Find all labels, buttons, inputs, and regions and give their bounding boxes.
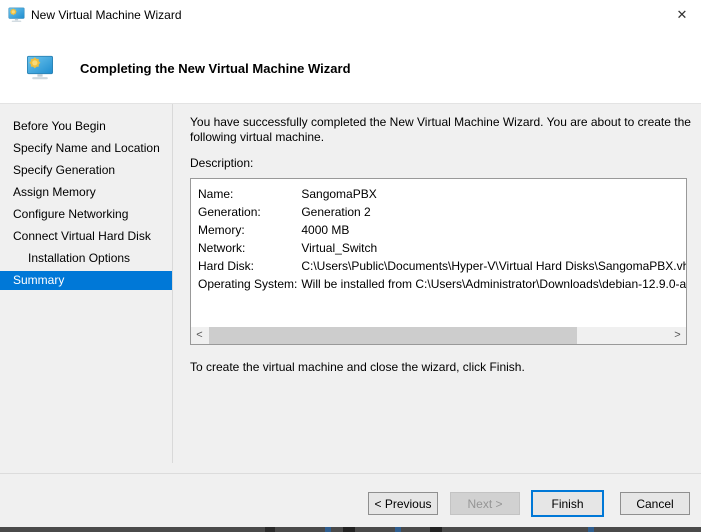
- sidebar-item-assign-memory[interactable]: Assign Memory: [0, 183, 172, 202]
- field-label: Generation:: [198, 205, 261, 219]
- summary-row-operating-system: Operating System: Will be installed from…: [198, 275, 686, 293]
- summary-row-name: Name: SangomaPBX: [198, 185, 686, 203]
- taskbar-icon-fragment: [265, 527, 275, 532]
- horizontal-scrollbar[interactable]: < >: [191, 327, 686, 344]
- taskbar-icon-fragment: [325, 527, 331, 532]
- summary-row-memory: Memory: 4000 MB: [198, 221, 686, 239]
- field-label: Operating System:: [198, 277, 298, 291]
- window-titlebar: New Virtual Machine Wizard ✕: [0, 0, 701, 30]
- taskbar-icon-fragment: [343, 527, 355, 532]
- vm-wizard-window: { "window": { "title": "New Virtual Mach…: [0, 0, 701, 532]
- sidebar-item-before-you-begin[interactable]: Before You Begin: [0, 117, 172, 136]
- scrollbar-thumb[interactable]: [209, 327, 577, 344]
- wizard-header: Completing the New Virtual Machine Wizar…: [0, 30, 701, 104]
- sidebar-item-configure-networking[interactable]: Configure Networking: [0, 205, 172, 224]
- sidebar-item-installation-options[interactable]: Installation Options: [0, 249, 172, 268]
- cancel-button[interactable]: Cancel: [620, 492, 690, 515]
- sidebar-item-specify-name-and-location[interactable]: Specify Name and Location: [0, 139, 172, 158]
- taskbar-strip: [0, 527, 701, 532]
- field-value: SangomaPBX: [301, 187, 377, 201]
- footer-divider: [0, 473, 701, 474]
- taskbar-icon-fragment: [430, 527, 442, 532]
- vm-monitor-sparkle-icon: [27, 55, 53, 80]
- field-label: Hard Disk:: [198, 259, 255, 273]
- previous-button[interactable]: < Previous: [368, 492, 438, 515]
- field-value: C:\Users\Public\Documents\Hyper-V\Virtua…: [301, 259, 686, 273]
- field-label: Memory:: [198, 223, 245, 237]
- window-title: New Virtual Machine Wizard: [31, 8, 182, 22]
- next-button[interactable]: Next >: [450, 492, 520, 515]
- field-label: Name:: [198, 187, 234, 201]
- field-value: Virtual_Switch: [301, 241, 378, 255]
- field-value: Generation 2: [301, 205, 371, 219]
- taskbar-icon-fragment: [588, 527, 594, 532]
- taskbar-icon-fragment: [395, 527, 401, 532]
- description-label: Description:: [190, 156, 254, 170]
- wizard-steps-sidebar: Before You Begin Specify Name and Locati…: [0, 104, 172, 293]
- sidebar-divider: [172, 104, 173, 463]
- scroll-left-arrow-icon[interactable]: <: [191, 327, 208, 344]
- summary-row-network: Network: Virtual_Switch: [198, 239, 686, 257]
- summary-row-hard-disk: Hard Disk: C:\Users\Public\Documents\Hyp…: [198, 257, 686, 275]
- finish-button[interactable]: Finish: [531, 490, 604, 517]
- summary-row-generation: Generation: Generation 2: [198, 203, 686, 221]
- close-icon[interactable]: ✕: [672, 5, 692, 25]
- intro-text: You have successfully completed the New …: [190, 115, 691, 144]
- page-title: Completing the New Virtual Machine Wizar…: [80, 61, 351, 76]
- sidebar-item-specify-generation[interactable]: Specify Generation: [0, 161, 172, 180]
- vm-monitor-sparkle-icon: [8, 7, 25, 22]
- field-label: Network:: [198, 241, 246, 255]
- field-value: Will be installed from C:\Users\Administ…: [301, 277, 687, 291]
- scroll-right-arrow-icon[interactable]: >: [669, 327, 686, 344]
- field-value: 4000 MB: [301, 223, 350, 237]
- summary-description-box: Name: SangomaPBX Generation: Generation …: [190, 178, 687, 345]
- sidebar-item-connect-virtual-hard-disk[interactable]: Connect Virtual Hard Disk: [0, 227, 172, 246]
- finish-instruction: To create the virtual machine and close …: [190, 360, 525, 374]
- sidebar-item-summary[interactable]: Summary: [0, 271, 172, 290]
